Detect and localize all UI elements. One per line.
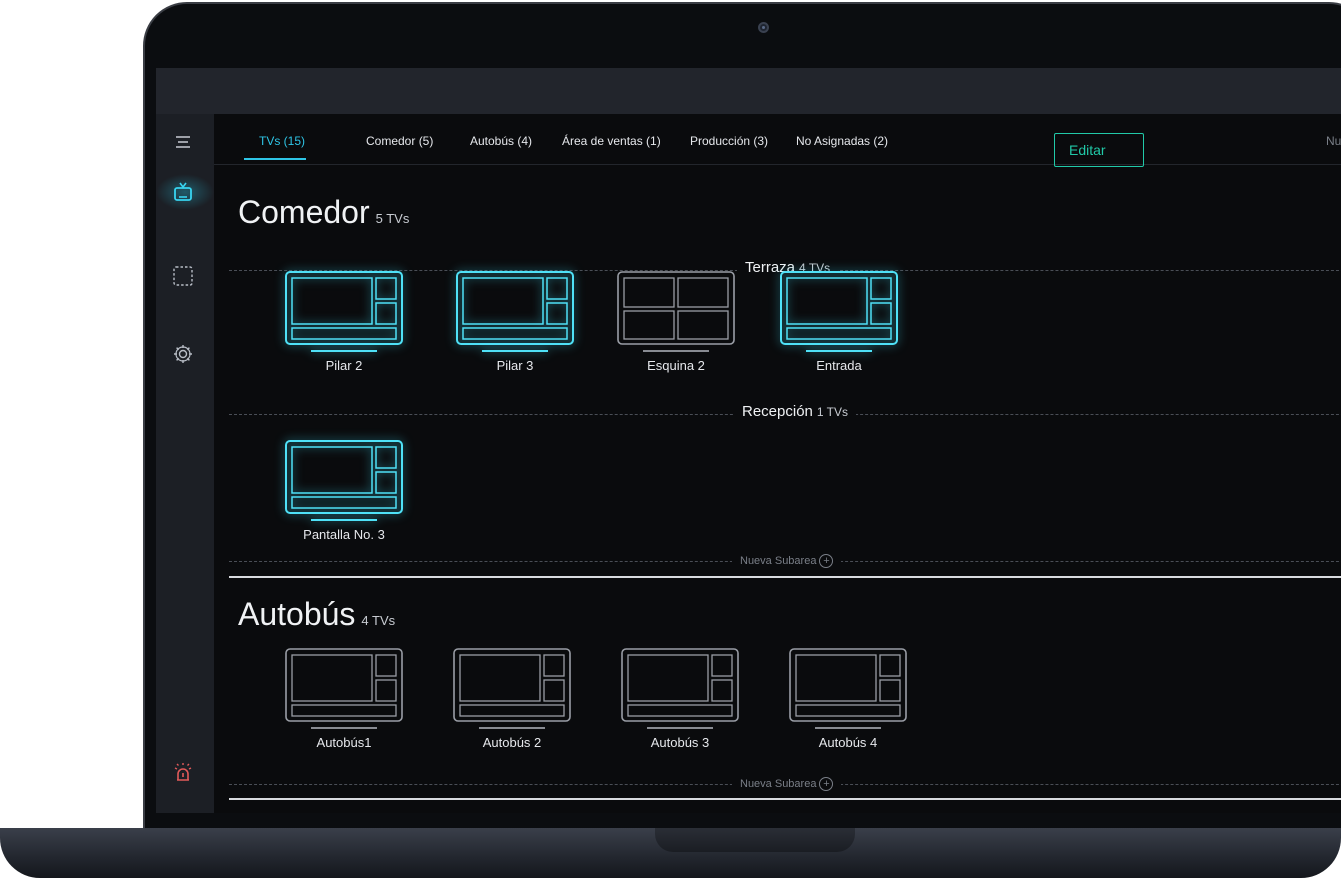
area-name: Autobús <box>238 596 356 632</box>
tv-label: Autobús 2 <box>482 735 542 750</box>
alarm-icon[interactable] <box>171 760 195 784</box>
tv-label: Esquina 2 <box>647 358 705 373</box>
tv-tile[interactable]: Pantalla No. 3 <box>284 439 404 547</box>
tab-autobus[interactable]: Autobús (4) <box>470 134 532 148</box>
tab-area-ventas[interactable]: Área de ventas (1) <box>562 134 661 148</box>
tv-label: Entrada <box>816 358 862 373</box>
tv-label: Pantalla No. 3 <box>303 527 385 542</box>
laptop-notch <box>655 828 855 852</box>
new-subarea-button[interactable]: Nueva Subarea + <box>732 777 842 791</box>
tab-bar: TVs (15) Comedor (5) Autobús (4) Área de… <box>214 114 1341 165</box>
area-title-comedor: Comedor 5 TVs <box>238 194 409 231</box>
tv-tile[interactable]: Autobús 2 <box>452 647 572 755</box>
area-count: 5 TVs <box>375 211 410 226</box>
new-subarea-label: Nueva Subarea <box>740 777 817 790</box>
tv-tile[interactable]: Autobús 4 <box>788 647 908 755</box>
edit-button[interactable]: Editar <box>1054 133 1144 167</box>
subarea-count: 1 TVs <box>816 405 849 419</box>
tv-label: Pilar 2 <box>325 358 363 373</box>
tv-tile[interactable]: Esquina 2 <box>616 270 736 378</box>
area-separator <box>229 576 1341 578</box>
gear-icon[interactable] <box>171 342 195 366</box>
area-separator <box>229 798 1341 800</box>
selection-icon[interactable] <box>171 264 195 288</box>
main-panel: TVs (15) Comedor (5) Autobús (4) Área de… <box>214 114 1341 813</box>
new-subarea-label: Nueva Subarea <box>740 554 817 567</box>
tv-tile[interactable]: Entrada <box>779 270 899 378</box>
tab-produccion[interactable]: Producción (3) <box>690 134 768 148</box>
tv-tile[interactable]: Autobús1 <box>284 647 404 755</box>
tv-tile[interactable]: Pilar 3 <box>455 270 575 378</box>
tab-overflow[interactable]: Nu <box>1326 134 1341 148</box>
tv-label: Autobús 3 <box>650 735 710 750</box>
tab-comedor[interactable]: Comedor (5) <box>366 134 433 148</box>
area-count: 4 TVs <box>361 613 396 628</box>
area-name: Comedor <box>238 194 370 230</box>
new-subarea-button[interactable]: Nueva Subarea + <box>732 554 842 568</box>
tv-label: Autobús 4 <box>818 735 878 750</box>
tab-active-indicator <box>244 158 306 160</box>
tv-label: Autobús1 <box>316 735 372 750</box>
area-title-autobus: Autobús 4 TVs <box>238 596 395 633</box>
tv-tile[interactable]: Autobús 3 <box>620 647 740 755</box>
sidebar <box>156 114 214 813</box>
camera <box>758 22 769 33</box>
menu-icon[interactable] <box>171 130 195 154</box>
tv-icon[interactable] <box>171 180 195 204</box>
subarea-recepcion: Recepción 1 TVs <box>734 403 857 420</box>
tab-no-asignadas[interactable]: No Asignadas (2) <box>796 134 888 148</box>
tv-tile[interactable]: Pilar 2 <box>284 270 404 378</box>
plus-icon: + <box>819 777 834 791</box>
tab-tvs[interactable]: TVs (15) <box>259 134 305 148</box>
subarea-name: Recepción <box>742 403 813 420</box>
tv-label: Pilar 3 <box>496 358 534 373</box>
plus-icon: + <box>819 554 834 568</box>
